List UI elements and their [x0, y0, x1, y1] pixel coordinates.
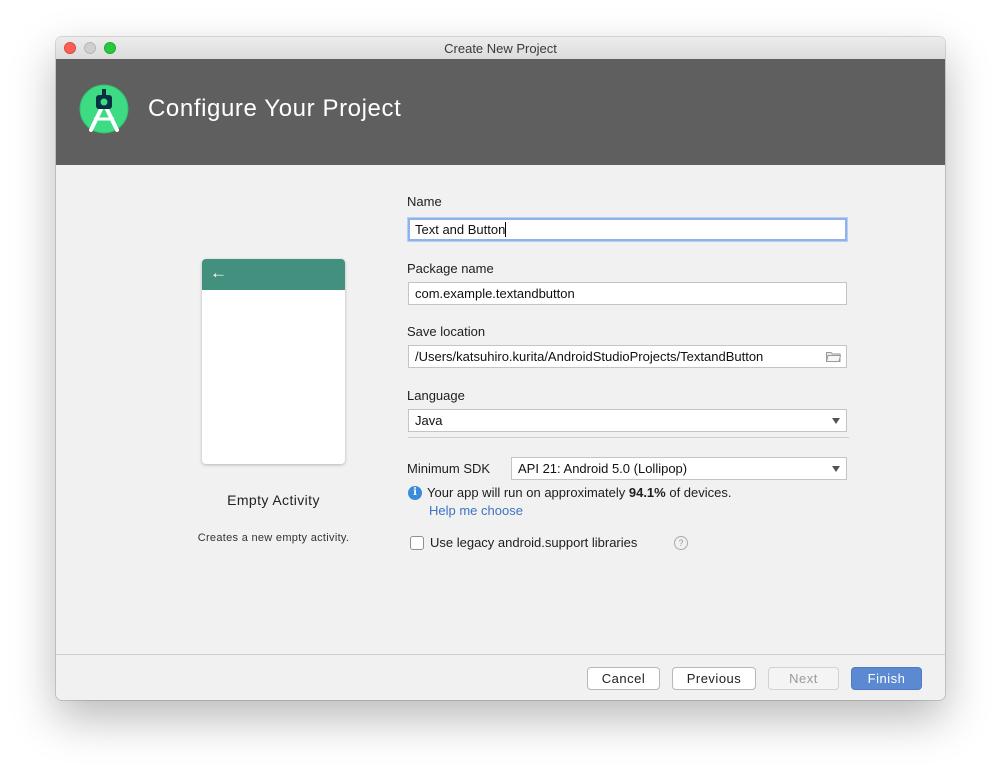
- package-name-value: com.example.textandbutton: [415, 286, 575, 301]
- save-location-label: Save location: [407, 324, 486, 339]
- title-bar: Create New Project: [56, 37, 945, 60]
- package-name-field[interactable]: com.example.textandbutton: [408, 282, 847, 305]
- language-dropdown[interactable]: Java: [408, 409, 847, 432]
- legacy-libraries-checkbox[interactable]: [410, 536, 424, 550]
- language-value: Java: [415, 413, 443, 428]
- info-icon: i: [408, 486, 422, 500]
- cancel-button[interactable]: Cancel: [587, 667, 660, 690]
- package-name-label: Package name: [407, 261, 494, 276]
- create-project-window: Create New Project Configure Your Projec…: [56, 37, 945, 700]
- folder-icon[interactable]: [826, 351, 841, 362]
- coverage-suffix: of devices.: [665, 485, 732, 500]
- back-arrow-icon: ←: [210, 263, 227, 282]
- help-me-choose-link[interactable]: Help me choose: [429, 503, 523, 518]
- name-label: Name: [407, 194, 442, 209]
- next-button[interactable]: Next: [768, 667, 839, 690]
- name-field[interactable]: Text and Button: [408, 218, 847, 241]
- save-location-value: /Users/katsuhiro.kurita/AndroidStudioPro…: [415, 349, 764, 364]
- section-divider: [408, 437, 849, 438]
- minimum-sdk-value: API 21: Android 5.0 (Lollipop): [518, 461, 688, 476]
- window-title: Create New Project: [444, 41, 557, 56]
- minimum-sdk-label: Minimum SDK: [407, 461, 491, 476]
- name-field-value: Text and Button: [415, 222, 506, 237]
- chevron-down-icon: [832, 466, 840, 472]
- finish-button[interactable]: Finish: [851, 667, 922, 690]
- activity-preview: ←: [202, 259, 345, 464]
- legacy-libraries-label[interactable]: Use legacy android.support libraries: [430, 535, 637, 550]
- footer-divider: [56, 654, 945, 655]
- android-studio-logo-icon: [79, 84, 129, 134]
- save-location-field[interactable]: /Users/katsuhiro.kurita/AndroidStudioPro…: [408, 345, 847, 368]
- template-description: Creates a new empty activity.: [197, 532, 350, 544]
- preview-app-bar: ←: [202, 259, 345, 290]
- text-caret: [505, 222, 507, 237]
- coverage-percent: 94.1%: [628, 485, 666, 500]
- previous-button[interactable]: Previous: [672, 667, 756, 690]
- minimum-sdk-dropdown[interactable]: API 21: Android 5.0 (Lollipop): [511, 457, 847, 480]
- help-question-icon[interactable]: ?: [674, 536, 688, 550]
- dialog-header: Configure Your Project: [56, 59, 945, 165]
- language-label: Language: [407, 388, 465, 403]
- device-coverage-text: Your app will run on approximately 94.1%…: [427, 485, 732, 500]
- page-title: Configure Your Project: [148, 95, 402, 122]
- coverage-prefix: Your app will run on approximately: [427, 485, 629, 500]
- chevron-down-icon: [832, 418, 840, 424]
- template-name: Empty Activity: [227, 492, 320, 508]
